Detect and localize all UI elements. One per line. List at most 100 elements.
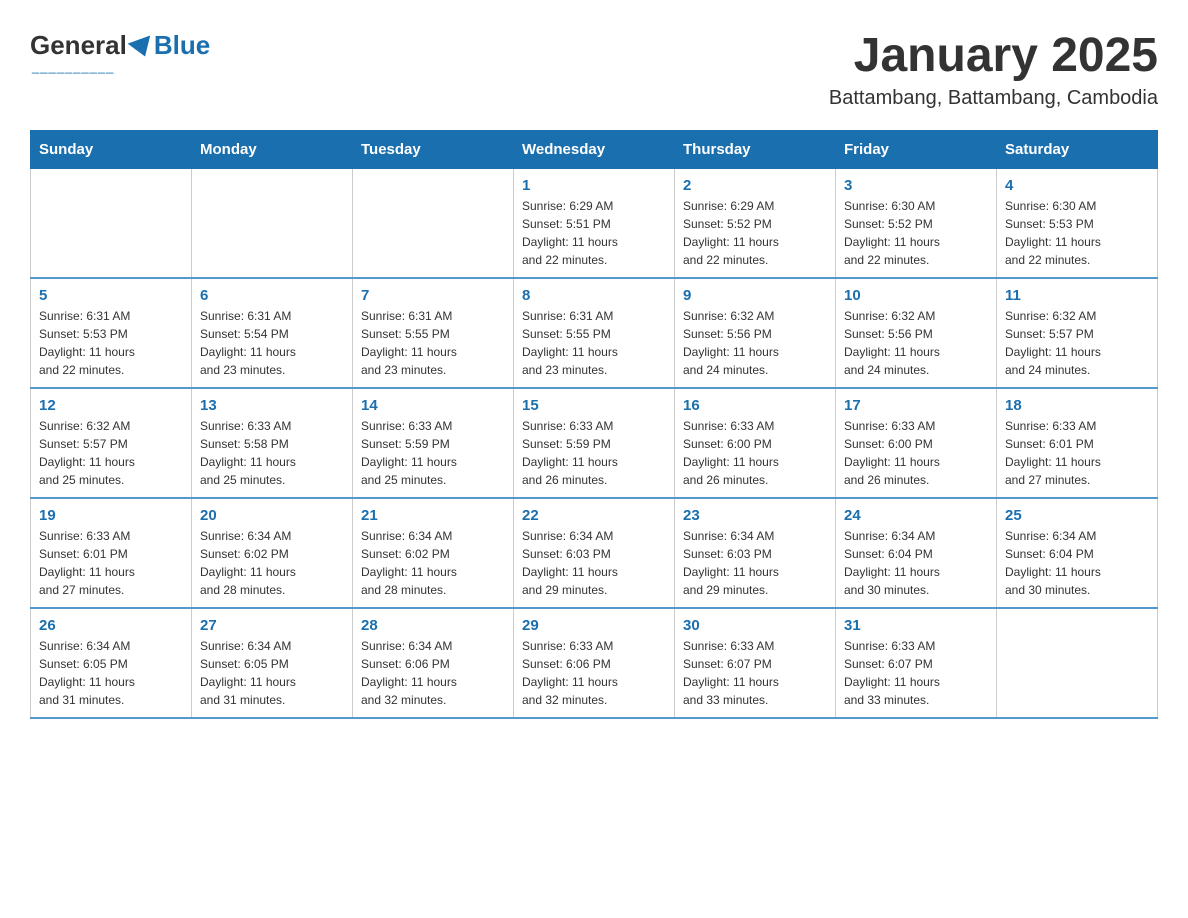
day-number: 13 bbox=[200, 397, 344, 414]
calendar-cell bbox=[997, 608, 1158, 718]
calendar-cell: 12Sunrise: 6:32 AM Sunset: 5:57 PM Dayli… bbox=[31, 388, 192, 498]
day-info: Sunrise: 6:33 AM Sunset: 5:59 PM Dayligh… bbox=[361, 417, 505, 489]
day-number: 4 bbox=[1005, 177, 1149, 194]
day-info: Sunrise: 6:33 AM Sunset: 5:59 PM Dayligh… bbox=[522, 417, 666, 489]
calendar-cell bbox=[31, 168, 192, 278]
calendar-cell: 2 Sunrise: 6:29 AM Sunset: 5:52 PM Daylig… bbox=[675, 168, 836, 278]
calendar-cell: 11Sunrise: 6:32 AM Sunset: 5:57 PM Dayli… bbox=[997, 278, 1158, 388]
day-info: Sunrise: 6:32 AM Sunset: 5:56 PM Dayligh… bbox=[844, 307, 988, 379]
day-info: Sunrise: 6:29 AM Sunset: 5:52 PM Dayligh… bbox=[683, 197, 827, 269]
calendar-cell: 16 Sunrise: 6:33 AM Sunset: 6:00 PM Dayli… bbox=[675, 388, 836, 498]
day-info: Sunrise: 6:31 AM Sunset: 5:55 PM Dayligh… bbox=[361, 307, 505, 379]
calendar-week-row: 26 Sunrise: 6:34 AM Sunset: 6:05 PM Dayli… bbox=[31, 608, 1158, 718]
calendar-cell: 26 Sunrise: 6:34 AM Sunset: 6:05 PM Dayli… bbox=[31, 608, 192, 718]
calendar-week-row: 5Sunrise: 6:31 AM Sunset: 5:53 PM Daylig… bbox=[31, 278, 1158, 388]
logo-underline: __________ bbox=[32, 59, 114, 74]
day-number: 8 bbox=[522, 287, 666, 304]
day-number: 31 bbox=[844, 617, 988, 634]
calendar-cell: 19 Sunrise: 6:33 AM Sunset: 6:01 PM Dayli… bbox=[31, 498, 192, 608]
header: General Blue __________ January 2025 Bat… bbox=[30, 30, 1158, 110]
weekday-header-wednesday: Wednesday bbox=[514, 130, 675, 168]
day-info: Sunrise: 6:33 AM Sunset: 5:58 PM Dayligh… bbox=[200, 417, 344, 489]
day-info: Sunrise: 6:30 AM Sunset: 5:52 PM Dayligh… bbox=[844, 197, 988, 269]
day-number: 20 bbox=[200, 507, 344, 524]
calendar-week-row: 12Sunrise: 6:32 AM Sunset: 5:57 PM Dayli… bbox=[31, 388, 1158, 498]
calendar-cell: 8 Sunrise: 6:31 AM Sunset: 5:55 PM Daylig… bbox=[514, 278, 675, 388]
day-info: Sunrise: 6:34 AM Sunset: 6:06 PM Dayligh… bbox=[361, 637, 505, 709]
day-info: Sunrise: 6:31 AM Sunset: 5:53 PM Dayligh… bbox=[39, 307, 183, 379]
calendar-cell: 7 Sunrise: 6:31 AM Sunset: 5:55 PM Daylig… bbox=[353, 278, 514, 388]
day-number: 10 bbox=[844, 287, 988, 304]
calendar-cell bbox=[353, 168, 514, 278]
main-title: January 2025 bbox=[829, 30, 1158, 83]
weekday-header-saturday: Saturday bbox=[997, 130, 1158, 168]
day-info: Sunrise: 6:32 AM Sunset: 5:56 PM Dayligh… bbox=[683, 307, 827, 379]
subtitle: Battambang, Battambang, Cambodia bbox=[829, 87, 1158, 110]
day-info: Sunrise: 6:33 AM Sunset: 6:01 PM Dayligh… bbox=[39, 527, 183, 599]
day-info: Sunrise: 6:33 AM Sunset: 6:07 PM Dayligh… bbox=[844, 637, 988, 709]
day-number: 23 bbox=[683, 507, 827, 524]
day-number: 3 bbox=[844, 177, 988, 194]
day-info: Sunrise: 6:33 AM Sunset: 6:01 PM Dayligh… bbox=[1005, 417, 1149, 489]
day-info: Sunrise: 6:33 AM Sunset: 6:06 PM Dayligh… bbox=[522, 637, 666, 709]
logo-area: General Blue __________ bbox=[30, 30, 210, 74]
calendar-cell: 3 Sunrise: 6:30 AM Sunset: 5:52 PM Daylig… bbox=[836, 168, 997, 278]
day-number: 15 bbox=[522, 397, 666, 414]
calendar-cell: 1 Sunrise: 6:29 AM Sunset: 5:51 PM Daylig… bbox=[514, 168, 675, 278]
weekday-header-tuesday: Tuesday bbox=[353, 130, 514, 168]
day-info: Sunrise: 6:32 AM Sunset: 5:57 PM Dayligh… bbox=[39, 417, 183, 489]
day-info: Sunrise: 6:30 AM Sunset: 5:53 PM Dayligh… bbox=[1005, 197, 1149, 269]
calendar-cell: 24 Sunrise: 6:34 AM Sunset: 6:04 PM Dayli… bbox=[836, 498, 997, 608]
day-info: Sunrise: 6:34 AM Sunset: 6:02 PM Dayligh… bbox=[361, 527, 505, 599]
day-info: Sunrise: 6:34 AM Sunset: 6:02 PM Dayligh… bbox=[200, 527, 344, 599]
calendar-cell: 5Sunrise: 6:31 AM Sunset: 5:53 PM Daylig… bbox=[31, 278, 192, 388]
calendar-cell: 21 Sunrise: 6:34 AM Sunset: 6:02 PM Dayli… bbox=[353, 498, 514, 608]
day-number: 9 bbox=[683, 287, 827, 304]
day-number: 18 bbox=[1005, 397, 1149, 414]
day-number: 1 bbox=[522, 177, 666, 194]
day-number: 30 bbox=[683, 617, 827, 634]
day-info: Sunrise: 6:31 AM Sunset: 5:55 PM Dayligh… bbox=[522, 307, 666, 379]
calendar-cell: 30Sunrise: 6:33 AM Sunset: 6:07 PM Dayli… bbox=[675, 608, 836, 718]
title-area: January 2025 Battambang, Battambang, Cam… bbox=[829, 30, 1158, 110]
logo-blue-text: Blue bbox=[154, 30, 210, 61]
day-number: 24 bbox=[844, 507, 988, 524]
weekday-header-sunday: Sunday bbox=[31, 130, 192, 168]
calendar-cell: 17 Sunrise: 6:33 AM Sunset: 6:00 PM Dayli… bbox=[836, 388, 997, 498]
day-number: 19 bbox=[39, 507, 183, 524]
calendar-cell: 9 Sunrise: 6:32 AM Sunset: 5:56 PM Daylig… bbox=[675, 278, 836, 388]
calendar-cell: 18 Sunrise: 6:33 AM Sunset: 6:01 PM Dayli… bbox=[997, 388, 1158, 498]
calendar-cell: 6 Sunrise: 6:31 AM Sunset: 5:54 PM Daylig… bbox=[192, 278, 353, 388]
day-info: Sunrise: 6:34 AM Sunset: 6:04 PM Dayligh… bbox=[844, 527, 988, 599]
day-number: 25 bbox=[1005, 507, 1149, 524]
day-info: Sunrise: 6:34 AM Sunset: 6:03 PM Dayligh… bbox=[683, 527, 827, 599]
day-info: Sunrise: 6:34 AM Sunset: 6:05 PM Dayligh… bbox=[39, 637, 183, 709]
day-info: Sunrise: 6:33 AM Sunset: 6:00 PM Dayligh… bbox=[683, 417, 827, 489]
calendar-cell: 27 Sunrise: 6:34 AM Sunset: 6:05 PM Dayli… bbox=[192, 608, 353, 718]
day-info: Sunrise: 6:34 AM Sunset: 6:04 PM Dayligh… bbox=[1005, 527, 1149, 599]
day-number: 14 bbox=[361, 397, 505, 414]
day-number: 21 bbox=[361, 507, 505, 524]
calendar-cell: 22Sunrise: 6:34 AM Sunset: 6:03 PM Dayli… bbox=[514, 498, 675, 608]
day-info: Sunrise: 6:34 AM Sunset: 6:05 PM Dayligh… bbox=[200, 637, 344, 709]
calendar-cell: 31 Sunrise: 6:33 AM Sunset: 6:07 PM Dayli… bbox=[836, 608, 997, 718]
calendar-cell bbox=[192, 168, 353, 278]
logo-general-text: General bbox=[30, 30, 127, 61]
day-info: Sunrise: 6:29 AM Sunset: 5:51 PM Dayligh… bbox=[522, 197, 666, 269]
day-number: 22 bbox=[522, 507, 666, 524]
calendar-week-row: 1 Sunrise: 6:29 AM Sunset: 5:51 PM Daylig… bbox=[31, 168, 1158, 278]
calendar-week-row: 19 Sunrise: 6:33 AM Sunset: 6:01 PM Dayli… bbox=[31, 498, 1158, 608]
day-number: 7 bbox=[361, 287, 505, 304]
day-number: 17 bbox=[844, 397, 988, 414]
day-number: 16 bbox=[683, 397, 827, 414]
day-info: Sunrise: 6:33 AM Sunset: 6:00 PM Dayligh… bbox=[844, 417, 988, 489]
day-number: 29 bbox=[522, 617, 666, 634]
day-number: 2 bbox=[683, 177, 827, 194]
day-info: Sunrise: 6:31 AM Sunset: 5:54 PM Dayligh… bbox=[200, 307, 344, 379]
day-number: 11 bbox=[1005, 287, 1149, 304]
weekday-header-thursday: Thursday bbox=[675, 130, 836, 168]
calendar-table: SundayMondayTuesdayWednesdayThursdayFrid… bbox=[30, 130, 1158, 719]
day-number: 6 bbox=[200, 287, 344, 304]
day-number: 26 bbox=[39, 617, 183, 634]
day-number: 27 bbox=[200, 617, 344, 634]
